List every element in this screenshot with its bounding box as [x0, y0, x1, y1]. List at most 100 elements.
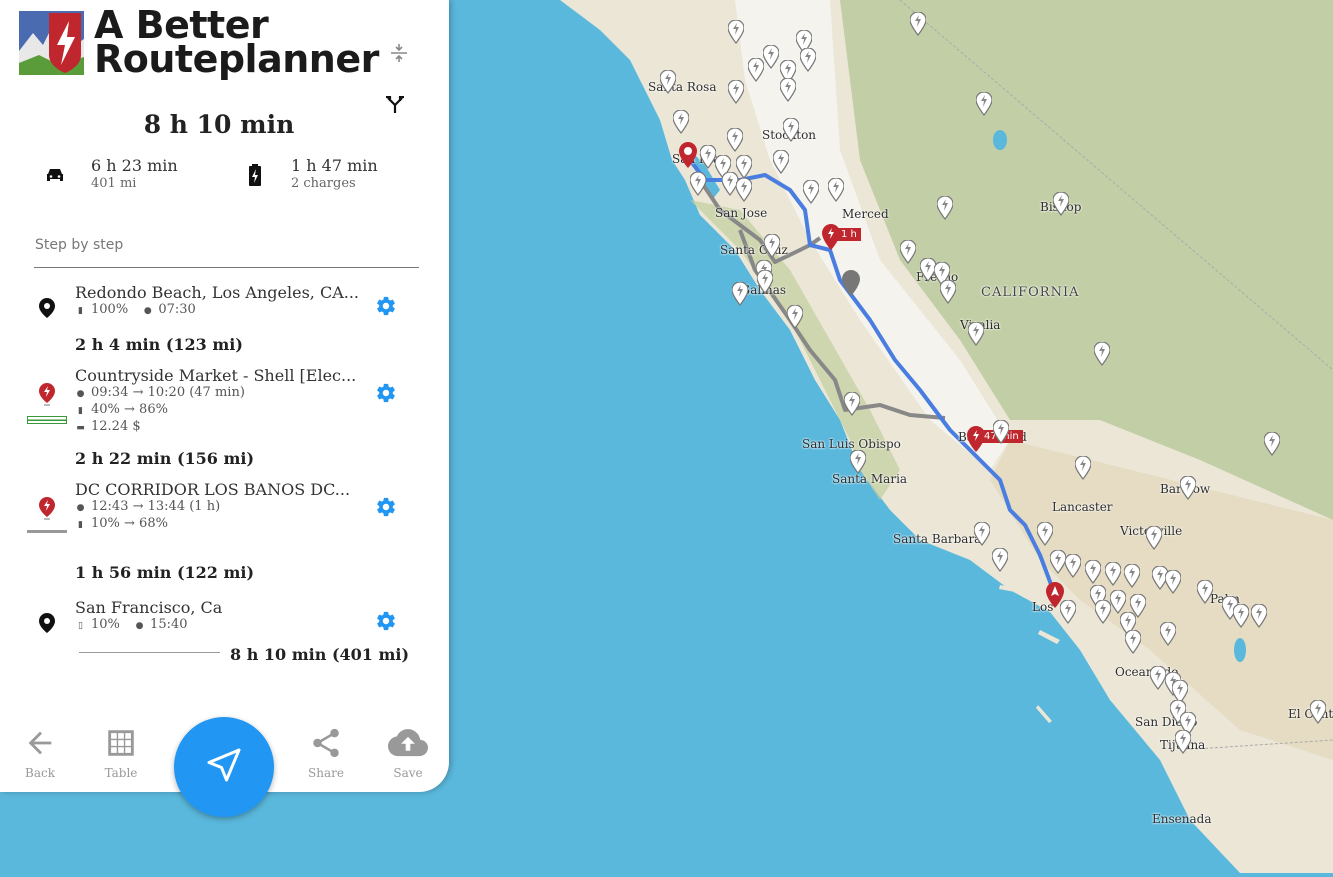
divider	[34, 267, 419, 268]
save-button[interactable]: Save	[373, 726, 443, 780]
charger-marker-icon[interactable]	[732, 282, 748, 306]
stop-title[interactable]: San Francisco, Ca	[75, 598, 363, 617]
charger-marker-icon[interactable]	[844, 392, 860, 416]
charge-time: 1 h 47 min	[291, 156, 378, 175]
save-label: Save	[393, 766, 423, 780]
charger-marker-icon[interactable]	[787, 305, 803, 329]
charger-marker-icon[interactable]	[940, 280, 956, 304]
charge-count: 2 charges	[291, 176, 356, 191]
charger-marker-icon[interactable]	[937, 196, 953, 220]
charger-marker-icon[interactable]	[1233, 604, 1249, 628]
stop-time: 15:40	[150, 617, 188, 632]
charger-marker-icon[interactable]	[780, 78, 796, 102]
charger-marker-icon[interactable]	[800, 48, 816, 72]
charger-marker-icon[interactable]	[1053, 192, 1069, 216]
salton-sea	[1234, 638, 1246, 662]
charger-marker-icon[interactable]	[1065, 554, 1081, 578]
stop-soc: 100%	[91, 302, 129, 317]
charger-marker-icon[interactable]	[783, 118, 799, 142]
charger-marker-icon[interactable]	[1125, 630, 1141, 654]
charger-marker-icon[interactable]	[828, 178, 844, 202]
charger-marker-icon[interactable]	[764, 234, 780, 258]
charger-marker-icon[interactable]	[1094, 342, 1110, 366]
lake-tahoe	[993, 130, 1007, 150]
charger-marker-icon[interactable]	[736, 178, 752, 202]
map-label: Santa Rosa	[648, 80, 717, 94]
charger-marker-icon[interactable]	[1146, 526, 1162, 550]
charger-marker-icon[interactable]	[700, 145, 716, 169]
charger-marker-icon[interactable]	[1264, 432, 1280, 456]
table-button[interactable]: Table	[86, 726, 156, 780]
charger-marker-icon[interactable]	[910, 12, 926, 36]
charger-marker-icon[interactable]	[1060, 600, 1076, 624]
charger-marker-icon[interactable]	[748, 58, 764, 82]
charger-pin-icon[interactable]	[842, 270, 860, 296]
back-button[interactable]: Back	[5, 726, 75, 780]
gear-icon[interactable]	[375, 295, 397, 317]
stop-title[interactable]: Redondo Beach, Los Angeles, CA...	[75, 283, 363, 302]
charger-marker-icon[interactable]	[728, 20, 744, 44]
stop-title[interactable]: DC CORRIDOR LOS BANOS DC...	[75, 480, 363, 499]
total-trip-time: 8 h 10 min	[143, 110, 295, 139]
charger-marker-icon[interactable]	[974, 522, 990, 546]
leg-summary: 2 h 22 min (156 mi)	[75, 449, 255, 468]
charger-marker-icon[interactable]	[728, 80, 744, 104]
map-label: Ensenada	[1152, 812, 1212, 826]
charger-pin-icon	[39, 383, 55, 406]
charger-marker-icon[interactable]	[1050, 550, 1066, 574]
charger-marker-icon[interactable]	[1165, 570, 1181, 594]
divider	[79, 652, 220, 653]
navigate-button[interactable]	[174, 717, 274, 817]
charger-marker-icon[interactable]	[850, 450, 866, 474]
stop-cost: 12.24 $	[91, 419, 141, 434]
battery-charging-icon	[249, 164, 261, 186]
charger-marker-icon[interactable]	[993, 420, 1009, 444]
charger-marker-icon[interactable]	[763, 45, 779, 69]
charger-marker-icon[interactable]	[1105, 562, 1121, 586]
navigation-arrow-icon	[207, 748, 241, 782]
charger-marker-icon[interactable]	[976, 92, 992, 116]
charger-marker-icon[interactable]	[773, 150, 789, 174]
stop-details: ▯ 10% ● 15:40	[75, 617, 188, 632]
charger-marker-icon[interactable]	[757, 270, 773, 294]
charger-marker-icon[interactable]	[1180, 476, 1196, 500]
gear-icon[interactable]	[375, 496, 397, 518]
collapse-icon[interactable]	[390, 43, 408, 63]
charger-marker-icon[interactable]	[968, 322, 984, 346]
app-title-line2: Routeplanner	[94, 37, 379, 81]
charger-marker-icon[interactable]	[1251, 604, 1267, 628]
charger-marker-icon[interactable]	[1175, 730, 1191, 754]
charger-marker-icon[interactable]	[803, 180, 819, 204]
battery-icon: ▮	[78, 306, 83, 316]
charger-marker-icon[interactable]	[900, 240, 916, 264]
charger-marker-icon[interactable]	[727, 128, 743, 152]
gear-icon[interactable]	[375, 610, 397, 632]
charger-marker-icon[interactable]	[1037, 522, 1053, 546]
charger-marker-icon[interactable]	[1085, 560, 1101, 584]
charger-marker-icon[interactable]	[660, 70, 676, 94]
charger-marker-icon[interactable]	[1310, 700, 1326, 724]
clock-icon: ●	[76, 503, 85, 513]
share-button[interactable]: Share	[291, 726, 361, 780]
gear-icon[interactable]	[375, 382, 397, 404]
stop-time-range: 09:34 → 10:20 (47 min)	[91, 385, 245, 400]
charger-marker-icon[interactable]	[1110, 590, 1126, 614]
charger-marker-icon[interactable]	[690, 172, 706, 196]
charger-marker-icon[interactable]	[992, 548, 1008, 572]
map-label: Santa Barbara	[893, 532, 982, 546]
car-icon	[47, 169, 63, 181]
charger-marker-icon[interactable]	[1150, 666, 1166, 690]
clock-icon: ●	[76, 389, 85, 399]
stop-soc: 10%	[91, 617, 120, 632]
charger-marker-icon[interactable]	[1160, 622, 1176, 646]
charger-marker-icon[interactable]	[673, 110, 689, 134]
charger-marker-icon[interactable]	[1124, 564, 1140, 588]
destination-pin-icon[interactable]	[679, 142, 697, 168]
charger-marker-icon[interactable]	[1197, 580, 1213, 604]
stop-title[interactable]: Countryside Market - Shell [Elec...	[75, 366, 363, 385]
cloud-upload-icon	[388, 729, 428, 757]
clock-icon: ●	[143, 306, 152, 316]
charger-marker-icon[interactable]	[736, 155, 752, 179]
charger-marker-icon[interactable]	[1075, 456, 1091, 480]
charger-marker-icon[interactable]	[1095, 600, 1111, 624]
